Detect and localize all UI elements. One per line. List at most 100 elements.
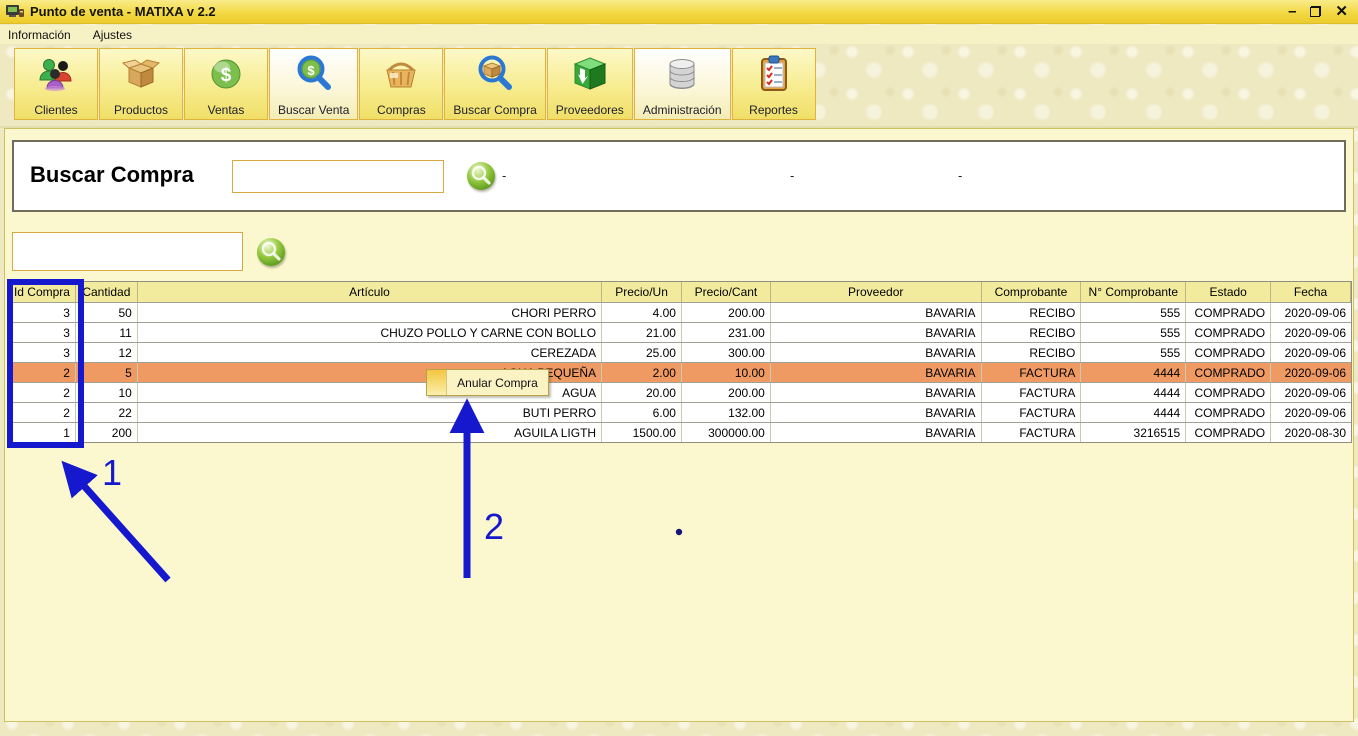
toolbar-button-administraci-n[interactable]: Administración (634, 48, 731, 120)
table-cell: 2020-09-06 (1271, 303, 1351, 322)
table-cell: FACTURA (982, 363, 1082, 382)
table-cell: 4.00 (602, 303, 682, 322)
table-cell: 300.00 (682, 343, 771, 362)
quick-search-button[interactable] (255, 236, 287, 268)
sales-dollar-icon: $ (206, 52, 246, 99)
column-header: Fecha (1271, 282, 1351, 302)
buscar-compra-panel: Buscar Compra - - - (12, 140, 1346, 212)
search-button[interactable] (465, 160, 497, 192)
table-cell: 132.00 (682, 403, 771, 422)
panel-title: Buscar Compra (30, 162, 194, 188)
table-cell: 200 (76, 423, 138, 442)
toolbar-button-label: Administración (643, 103, 722, 117)
table-cell: 1 (9, 423, 76, 442)
table-cell: COMPRADO (1186, 363, 1271, 382)
placeholder-dash: - (958, 168, 962, 183)
table-cell: 2020-09-06 (1271, 363, 1351, 382)
table-cell: CHORI PERRO (138, 303, 602, 322)
table-cell: 2 (9, 363, 76, 382)
toolbar-button-label: Buscar Compra (453, 103, 536, 117)
context-menu: Anular Compra (426, 369, 549, 396)
table-cell: 5 (76, 363, 138, 382)
search-sale-icon: $ (294, 52, 334, 99)
table-cell: FACTURA (982, 423, 1082, 442)
buscar-compra-input[interactable] (232, 160, 444, 193)
toolbar-button-proveedores[interactable]: Proveedores (547, 48, 633, 120)
table-row[interactable]: 210AGUA20.00200.00BAVARIAFACTURA4444COMP… (9, 382, 1351, 402)
toolbar-button-label: Ventas (208, 103, 245, 117)
anular-compra-menu-item[interactable]: Anular Compra (447, 370, 548, 395)
toolbar-button-label: Reportes (749, 103, 798, 117)
table-cell: COMPRADO (1186, 323, 1271, 342)
suppliers-box-icon (570, 52, 610, 99)
table-cell: 50 (76, 303, 138, 322)
table-cell: RECIBO (982, 343, 1082, 362)
toolbar-button-label: Clientes (34, 103, 77, 117)
table-cell: 200.00 (682, 383, 771, 402)
table-cell: BAVARIA (771, 323, 982, 342)
table-row[interactable]: 1200AGUILA LIGTH1500.00300000.00BAVARIAF… (9, 422, 1351, 442)
table-row[interactable]: 25AGUA PEQUEÑA2.0010.00BAVARIAFACTURA444… (9, 362, 1351, 382)
table-cell: CHUZO POLLO Y CARNE CON BOLLO (138, 323, 602, 342)
toolbar-button-reportes[interactable]: Reportes (732, 48, 816, 120)
table-cell: 555 (1081, 323, 1186, 342)
table-cell: 12 (76, 343, 138, 362)
table-bottom-border (9, 442, 1351, 443)
restore-icon[interactable] (1310, 6, 1321, 17)
table-cell: 300000.00 (682, 423, 771, 442)
close-icon[interactable]: ✕ (1335, 4, 1348, 19)
column-header: Proveedor (771, 282, 982, 302)
table-cell: 555 (1081, 303, 1186, 322)
column-header: Precio/Cant (682, 282, 771, 302)
column-header: Cantidad (76, 282, 138, 302)
table-row[interactable]: 312CEREZADA25.00300.00BAVARIARECIBO555CO… (9, 342, 1351, 362)
menu-item-informacion[interactable]: Información (8, 28, 71, 42)
table-cell: 20.00 (602, 383, 682, 402)
quick-filter-input[interactable] (12, 232, 243, 271)
minimize-icon[interactable]: – (1288, 4, 1296, 19)
menu-item-ajustes[interactable]: Ajustes (93, 28, 132, 42)
table-cell: BAVARIA (771, 403, 982, 422)
table-cell: 200.00 (682, 303, 771, 322)
toolbar-button-label: Proveedores (556, 103, 624, 117)
toolbar-button-ventas[interactable]: $ Ventas (184, 48, 268, 120)
menu-item-icon (427, 370, 447, 395)
table-row[interactable]: 222BUTI PERRO6.00132.00BAVARIAFACTURA444… (9, 402, 1351, 422)
purchases-basket-icon (381, 52, 421, 99)
table-cell: COMPRADO (1186, 303, 1271, 322)
toolbar-button-buscar-compra[interactable]: Buscar Compra (444, 48, 545, 120)
placeholder-dash: - (790, 168, 794, 183)
table-cell: BAVARIA (771, 383, 982, 402)
window-title: Punto de venta - MATIXA v 2.2 (30, 4, 216, 19)
table-cell: BUTI PERRO (138, 403, 602, 422)
administration-database-icon (662, 52, 702, 99)
table-cell: 21.00 (602, 323, 682, 342)
table-cell: 10.00 (682, 363, 771, 382)
table-cell: AGUILA LIGTH (138, 423, 602, 442)
table-cell: CEREZADA (138, 343, 602, 362)
table-cell: 10 (76, 383, 138, 402)
table-cell: 3 (9, 323, 76, 342)
toolbar-button-buscar-venta[interactable]: $ Buscar Venta (269, 48, 358, 120)
title-bar: Punto de venta - MATIXA v 2.2 – ✕ (0, 0, 1358, 24)
toolbar-button-compras[interactable]: Compras (359, 48, 443, 120)
table-cell: 2020-08-30 (1271, 423, 1351, 442)
column-header: N° Comprobante (1081, 282, 1186, 302)
reports-clipboard-icon (754, 52, 794, 99)
table-cell: 2 (9, 383, 76, 402)
table-row[interactable]: 350CHORI PERRO4.00200.00BAVARIARECIBO555… (9, 302, 1351, 322)
table-cell: COMPRADO (1186, 343, 1271, 362)
table-row[interactable]: 311CHUZO POLLO Y CARNE CON BOLLO21.00231… (9, 322, 1351, 342)
green-search-icon (255, 236, 287, 268)
table-cell: BAVARIA (771, 363, 982, 382)
table-header-row: Id CompraCantidadArtículoPrecio/UnPrecio… (9, 282, 1351, 302)
table-cell: FACTURA (982, 383, 1082, 402)
app-window: Punto de venta - MATIXA v 2.2 – ✕ Inform… (0, 0, 1358, 736)
app-icon (6, 4, 24, 19)
table-cell: 231.00 (682, 323, 771, 342)
customers-icon (36, 52, 76, 99)
table-cell: BAVARIA (771, 303, 982, 322)
toolbar-button-productos[interactable]: Productos (99, 48, 183, 120)
toolbar-button-clientes[interactable]: Clientes (14, 48, 98, 120)
table-cell: COMPRADO (1186, 403, 1271, 422)
